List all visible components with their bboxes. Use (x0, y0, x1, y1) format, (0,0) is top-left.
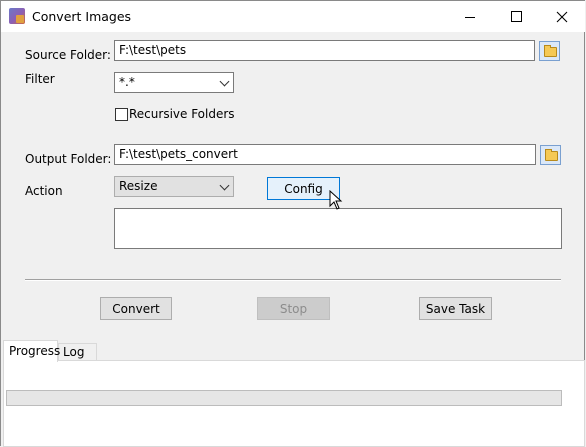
title-bar: Convert Images (1, 1, 585, 32)
chevron-down-icon (219, 76, 230, 87)
chevron-down-icon (219, 180, 230, 191)
action-select[interactable]: Resize (114, 176, 234, 197)
browse-source-button[interactable] (539, 41, 560, 61)
tab-log[interactable]: Log (58, 343, 97, 361)
folder-icon (545, 149, 558, 161)
output-folder-label: Output Folder: (25, 152, 112, 166)
convert-images-window: Convert Images Source Folder: F:\test\pe… (0, 0, 585, 447)
source-folder-label: Source Folder: (25, 48, 111, 62)
action-label: Action (25, 184, 63, 198)
recursive-label: Recursive Folders (129, 107, 235, 121)
stop-button[interactable]: Stop (257, 297, 330, 320)
filter-value: *.* (119, 75, 135, 89)
save-task-button[interactable]: Save Task (419, 297, 492, 320)
separator (25, 279, 561, 281)
filter-select[interactable]: *.* (114, 72, 234, 93)
tab-progress[interactable]: Progress (3, 340, 60, 362)
minimize-button[interactable] (447, 1, 493, 32)
window-title: Convert Images (32, 9, 132, 24)
close-icon (556, 11, 568, 22)
output-folder-input[interactable]: F:\test\pets_convert (114, 144, 536, 165)
filter-label: Filter (25, 72, 55, 86)
close-button[interactable] (539, 1, 585, 32)
maximize-icon (510, 11, 522, 22)
minimize-icon (465, 16, 475, 18)
folder-icon (544, 45, 557, 57)
action-value: Resize (119, 179, 158, 193)
recursive-checkbox[interactable] (115, 108, 128, 121)
action-options-box[interactable] (114, 208, 562, 249)
source-folder-input[interactable]: F:\test\pets (114, 40, 535, 61)
progress-bar (6, 390, 562, 406)
mouse-cursor-icon (329, 190, 343, 210)
app-icon (9, 8, 25, 24)
convert-button[interactable]: Convert (100, 297, 172, 320)
maximize-button[interactable] (493, 1, 539, 32)
browse-output-button[interactable] (540, 145, 561, 165)
